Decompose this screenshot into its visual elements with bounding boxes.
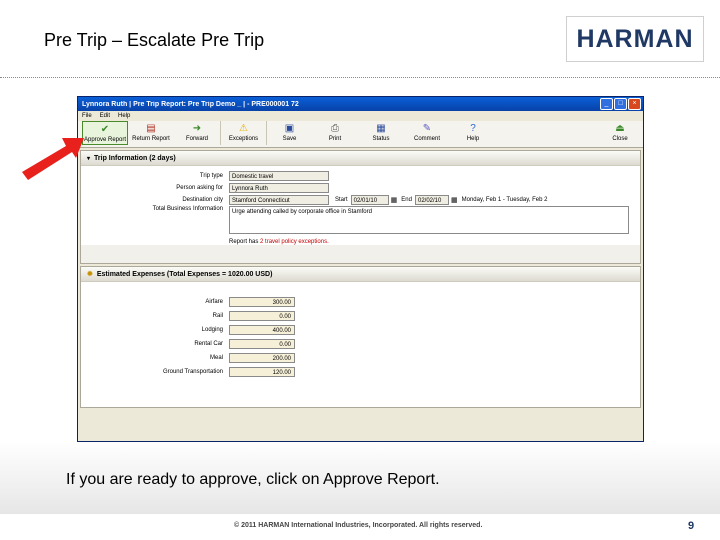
exceptions-button[interactable]: ⚠ Exceptions (220, 121, 266, 145)
expense-value[interactable]: 200.00 (229, 353, 295, 363)
warning-icon: ⚠ (239, 123, 248, 134)
expense-value[interactable]: 300.00 (229, 297, 295, 307)
logo-text: HARMAN (576, 24, 694, 53)
expense-label: Ground Transportation (162, 369, 223, 375)
comment-icon: ✎ (422, 123, 432, 134)
page-number: 9 (688, 520, 695, 532)
estimated-expenses-header[interactable]: ✹ Estimated Expenses (Total Expenses = 1… (81, 267, 640, 282)
caption-text: If you are ready to approve, click on Ap… (66, 471, 440, 488)
print-button[interactable]: ⎙ Print (312, 121, 358, 145)
trip-type-label: Trip type (199, 173, 223, 179)
save-button[interactable]: ▣ Save (266, 121, 312, 145)
help-button[interactable]: ? Help (450, 121, 496, 145)
expense-value[interactable]: 0.00 (229, 339, 295, 349)
end-label: End (401, 197, 412, 203)
expense-value[interactable]: 120.00 (229, 367, 295, 377)
person-field[interactable]: Lynnora Ruth (229, 183, 329, 193)
window-title: Lynnora Ruth | Pre Trip Report: Pre Trip… (82, 100, 299, 108)
expense-label: Rental Car (194, 341, 223, 347)
expense-value[interactable]: 0.00 (229, 311, 295, 321)
help-icon: ? (470, 123, 476, 134)
print-icon: ⎙ (331, 123, 339, 134)
expense-value[interactable]: 400.00 (229, 325, 295, 335)
harman-logo: HARMAN (566, 16, 704, 62)
copyright-text: © 2011 HARMAN International Industries, … (234, 522, 483, 529)
expense-label: Airfare (205, 299, 223, 305)
trip-information-header[interactable]: ▾ Trip Information (2 days) (81, 151, 640, 166)
maximize-icon[interactable]: □ (614, 98, 627, 110)
save-icon: ▣ (284, 123, 295, 134)
slide-title: Pre Trip – Escalate Pre Trip (44, 30, 265, 50)
menu-edit[interactable]: Edit (100, 113, 110, 119)
menu-help[interactable]: Help (118, 113, 130, 119)
toolbar: ✔ Approve Report ▤ Return Report ➜ Forwa… (78, 121, 643, 148)
menu-file[interactable]: File (82, 113, 92, 119)
pre-trip-report-window: Lynnora Ruth | Pre Trip Report: Pre Trip… (77, 96, 644, 442)
purpose-textarea[interactable]: Urge attending called by corporate offic… (229, 206, 629, 234)
start-label: Start (335, 197, 348, 203)
pointer-arrow (22, 138, 84, 180)
purpose-label: Total Business Information (152, 206, 223, 212)
estimated-expenses-panel: ✹ Estimated Expenses (Total Expenses = 1… (80, 266, 641, 408)
expense-label: Meal (209, 355, 223, 361)
minimize-icon[interactable]: _ (600, 98, 613, 110)
approve-icon: ✔ (100, 124, 110, 135)
expense-label: Rail (212, 313, 223, 319)
arrow-shape (22, 138, 84, 180)
destination-label: Destination city (182, 197, 223, 203)
forward-button[interactable]: ➜ Forward (174, 121, 220, 145)
person-label: Person asking for (176, 185, 223, 191)
return-report-button[interactable]: ▤ Return Report (128, 121, 174, 145)
calendar-icon[interactable]: ▦ (391, 196, 398, 204)
destination-field[interactable]: Stamford Connecticut (229, 195, 329, 205)
close-report-button[interactable]: ⏏ Close (597, 121, 643, 145)
forward-icon: ➜ (192, 123, 202, 134)
title-divider (0, 77, 720, 78)
spacer-strip (81, 245, 640, 263)
calendar-icon[interactable]: ▦ (451, 196, 458, 204)
window-titlebar: Lynnora Ruth | Pre Trip Report: Pre Trip… (78, 97, 643, 111)
status-button[interactable]: ▦ Status (358, 121, 404, 145)
trip-information-panel: ▾ Trip Information (2 days) Trip type Do… (80, 150, 641, 264)
start-date-field[interactable]: 02/01/10 (350, 195, 389, 205)
date-range-text: Monday, Feb 1 - Tuesday, Feb 2 (461, 197, 548, 203)
close-icon[interactable]: × (628, 98, 641, 110)
expense-label: Lodging (201, 327, 223, 333)
menu-bar: File Edit Help (78, 111, 643, 121)
gear-icon: ✹ (87, 271, 93, 278)
close-report-icon: ⏏ (615, 123, 625, 134)
return-report-icon: ▤ (146, 123, 156, 134)
comment-button[interactable]: ✎ Comment (404, 121, 450, 145)
policy-exceptions-link[interactable]: 2 travel policy exceptions. (260, 239, 329, 245)
status-icon: ▦ (376, 123, 386, 134)
end-date-field[interactable]: 02/02/10 (414, 195, 449, 205)
trip-type-select[interactable]: Domestic travel (229, 171, 329, 181)
